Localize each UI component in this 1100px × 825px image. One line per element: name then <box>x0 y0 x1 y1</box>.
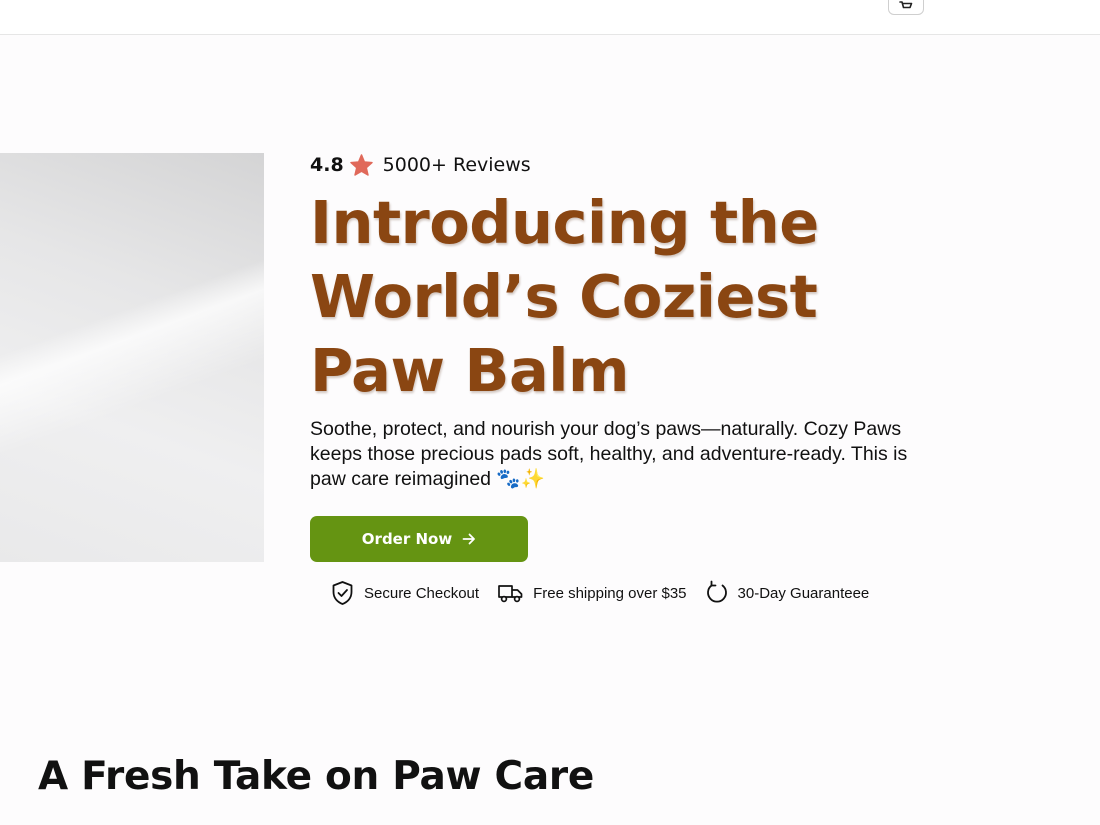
reviews-count: 5000+ Reviews <box>382 154 531 176</box>
trust-badge-label: Free shipping over $35 <box>533 584 687 602</box>
trust-badge-free-shipping: Free shipping over $35 <box>497 582 687 604</box>
truck-icon <box>498 585 523 603</box>
site-header <box>0 0 1100 35</box>
trust-badge-label: 30-Day Guaranteee <box>737 584 870 602</box>
arrow-right-icon <box>462 533 476 545</box>
trust-badge-label: Secure Checkout <box>364 584 480 602</box>
star-icon <box>349 154 373 176</box>
order-now-label: Order Now <box>361 530 453 548</box>
trust-badges: Secure Checkout Free shipping over $35 3… <box>330 579 887 607</box>
trust-badge-guarantee: 30-Day Guaranteee <box>705 580 870 606</box>
trust-badge-secure-checkout: Secure Checkout <box>330 580 479 606</box>
order-now-button[interactable]: Order Now <box>310 516 528 562</box>
cart-icon <box>899 1 913 9</box>
shield-check-icon <box>332 581 353 605</box>
product-hero-image <box>0 153 264 562</box>
rating-score: 4.8 <box>310 154 344 176</box>
section-title: A Fresh Take on Paw Care <box>38 754 594 799</box>
refresh-icon <box>706 580 727 603</box>
hero-description: Soothe, protect, and nourish your dog’s … <box>310 418 908 490</box>
cart-button[interactable] <box>888 0 924 15</box>
section-body-peek <box>0 815 1100 825</box>
hero-title: Introducing the World’s Coziest Paw Balm <box>310 188 819 405</box>
rating-summary: 4.8 5000+ Reviews <box>310 152 531 178</box>
